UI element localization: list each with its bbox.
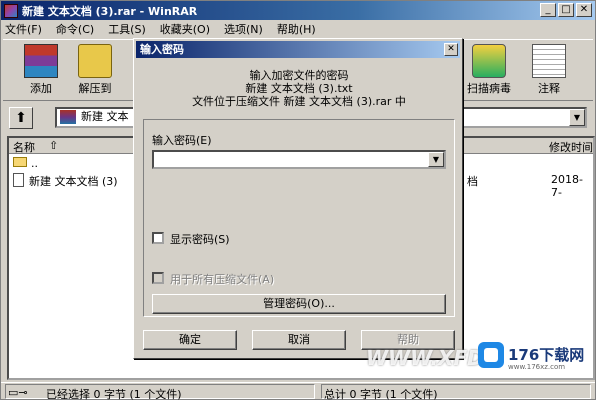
file-name: .. bbox=[31, 157, 38, 170]
menu-help[interactable]: 帮助(H) bbox=[277, 21, 316, 37]
text-file-icon bbox=[13, 173, 24, 187]
use-for-all-label: 用于所有压缩文件(A) bbox=[170, 273, 275, 286]
scan-virus-icon bbox=[472, 44, 506, 78]
address-dropdown-icon[interactable]: ▼ bbox=[569, 109, 585, 126]
info-line-3: 文件位于压缩文件 新建 文本文档 (3).rar 中 bbox=[192, 95, 406, 108]
disk-key-icon: ▭⊸ bbox=[8, 386, 28, 399]
status-bar: ▭⊸ 已经选择 0 字节 (1 个文件) 总计 0 字节 (1 个文件) bbox=[1, 382, 595, 400]
file-date: 2018-7- bbox=[551, 173, 583, 199]
extract-label: 解压到 bbox=[78, 82, 112, 95]
comment-label: 注释 bbox=[538, 82, 560, 95]
dialog-title: 输入密码 bbox=[136, 41, 460, 58]
password-dialog: 输入密码 ✕ 输入加密文件的密码 新建 文本文档 (3).txt 文件位于压缩文… bbox=[133, 38, 463, 359]
status-total: 总计 0 字节 (1 个文件) bbox=[324, 388, 438, 400]
dialog-close-button[interactable]: ✕ bbox=[444, 43, 458, 56]
info-line-1: 输入加密文件的密码 bbox=[249, 69, 349, 82]
watermark-brand: 176下载网 bbox=[508, 346, 585, 364]
scan-label: 扫描病毒 bbox=[467, 82, 511, 95]
rar-file-icon bbox=[60, 110, 76, 124]
column-name[interactable]: 名称 bbox=[13, 139, 35, 155]
password-label: 输入密码(E) bbox=[152, 134, 212, 147]
password-dropdown-icon[interactable]: ▼ bbox=[428, 152, 444, 167]
minimize-button[interactable]: _ bbox=[540, 3, 556, 17]
close-button[interactable]: ✕ bbox=[576, 3, 592, 17]
extract-box-icon bbox=[78, 44, 112, 78]
watermark-url: www.176xz.com bbox=[508, 363, 566, 371]
info-line-2: 新建 文本文档 (3).txt bbox=[245, 82, 353, 95]
maximize-button[interactable]: □ bbox=[558, 3, 574, 17]
scan-virus-button[interactable]: 扫描病毒 bbox=[463, 44, 515, 98]
menu-favorites[interactable]: 收藏夹(O) bbox=[160, 21, 210, 37]
watermark: WWW.XFD 176下载网 www.176xz.com bbox=[366, 342, 588, 374]
file-type: 档 bbox=[467, 175, 478, 188]
column-modified[interactable]: 修改时间 bbox=[549, 139, 593, 155]
use-for-all-checkbox bbox=[152, 272, 164, 284]
title-bar: 新建 文本文档 (3).rar - WinRAR _ □ ✕ bbox=[1, 1, 595, 20]
comment-note-icon bbox=[532, 44, 566, 78]
up-arrow-icon: ⬆ bbox=[15, 110, 27, 126]
up-folder-button[interactable]: ⬆ bbox=[9, 107, 33, 129]
menu-options[interactable]: 选项(N) bbox=[224, 21, 263, 37]
ok-button[interactable]: 确定 bbox=[143, 330, 237, 350]
watermark-www: WWW.XFD bbox=[366, 346, 484, 370]
show-password-label[interactable]: 显示密码(S) bbox=[170, 231, 230, 247]
status-selected: 已经选择 0 字节 (1 个文件) bbox=[46, 388, 182, 400]
password-input[interactable]: ▼ bbox=[152, 150, 446, 169]
file-name: 新建 文本文档 (3) bbox=[29, 175, 118, 188]
winrar-app-icon bbox=[4, 3, 18, 18]
show-password-checkbox[interactable] bbox=[152, 232, 164, 244]
status-right-panel: 总计 0 字节 (1 个文件) bbox=[321, 384, 591, 400]
site-logo-icon bbox=[478, 342, 504, 368]
cancel-button[interactable]: 取消 bbox=[252, 330, 346, 350]
sort-arrow-icon: ⇧ bbox=[49, 139, 59, 152]
manage-passwords-button[interactable]: 管理密码(O)... bbox=[152, 294, 446, 314]
menu-tools[interactable]: 工具(S) bbox=[108, 21, 146, 37]
add-label: 添加 bbox=[30, 82, 52, 95]
comment-button[interactable]: 注释 bbox=[523, 44, 575, 98]
status-left-panel: ▭⊸ 已经选择 0 字节 (1 个文件) bbox=[5, 384, 315, 400]
folder-up-icon bbox=[13, 157, 27, 167]
dialog-info: 输入加密文件的密码 新建 文本文档 (3).txt 文件位于压缩文件 新建 文本… bbox=[144, 69, 454, 108]
extract-to-button[interactable]: 解压到 bbox=[69, 44, 121, 98]
add-button[interactable]: 添加 bbox=[15, 44, 67, 98]
close-icon: ✕ bbox=[447, 44, 455, 54]
menu-commands[interactable]: 命令(C) bbox=[56, 21, 94, 37]
menu-bar: 文件(F) 命令(C) 工具(S) 收藏夹(O) 选项(N) 帮助(H) bbox=[1, 20, 595, 38]
address-path: 新建 文本 bbox=[81, 110, 129, 123]
password-group: 输入密码(E) ▼ 显示密码(S) 用于所有压缩文件(A) 管理密码(O)... bbox=[143, 119, 455, 317]
menu-file[interactable]: 文件(F) bbox=[5, 21, 42, 37]
window-title: 新建 文本文档 (3).rar - WinRAR bbox=[22, 4, 198, 18]
rar-books-icon bbox=[24, 44, 58, 78]
